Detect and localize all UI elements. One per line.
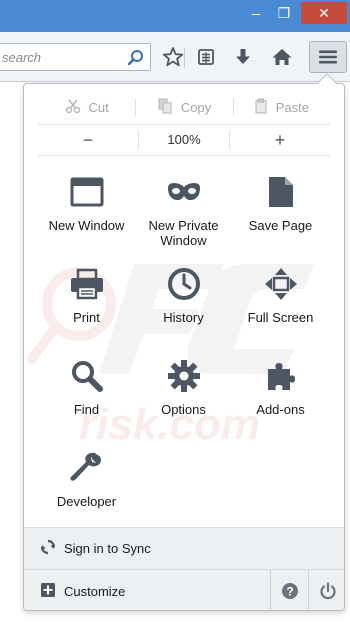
menu-footer: Customize ? xyxy=(24,569,344,610)
options-button[interactable]: Options xyxy=(135,348,232,440)
zoom-reset-button[interactable]: 100% xyxy=(138,130,230,150)
mask-icon xyxy=(164,172,204,212)
paste-button[interactable]: Paste xyxy=(232,92,330,122)
copy-label: Copy xyxy=(180,99,212,115)
close-button[interactable]: ✕ xyxy=(301,2,347,24)
puzzle-icon xyxy=(261,356,301,396)
developer-button[interactable]: Developer xyxy=(38,440,135,532)
svg-text:?: ? xyxy=(286,585,293,599)
new-window-label: New Window xyxy=(48,218,125,233)
history-label: History xyxy=(163,310,204,325)
page-icon xyxy=(261,172,301,212)
options-label: Options xyxy=(161,402,206,417)
sign-in-to-sync-button[interactable]: Sign in to Sync xyxy=(24,527,344,569)
gear-icon xyxy=(164,356,204,396)
power-icon[interactable] xyxy=(308,570,344,610)
help-icon[interactable]: ? xyxy=(270,570,308,610)
find-button[interactable]: Find xyxy=(38,348,135,440)
zoom-controls: − 100% + xyxy=(38,126,330,154)
plus-box-icon xyxy=(40,582,56,601)
divider xyxy=(38,124,330,125)
customize-button[interactable]: Customize xyxy=(24,570,270,610)
navigation-toolbar xyxy=(0,32,350,82)
fullscreen-arrows-icon xyxy=(261,264,301,304)
new-private-window-button[interactable]: New Private Window xyxy=(135,164,232,256)
printer-icon xyxy=(67,264,107,304)
zoom-in-button[interactable]: + xyxy=(230,130,330,151)
page-content-area xyxy=(0,83,22,637)
sync-label: Sign in to Sync xyxy=(64,541,151,556)
developer-label: Developer xyxy=(56,494,117,509)
cut-button[interactable]: Cut xyxy=(38,92,135,122)
window-titlebar: – ❐ ✕ xyxy=(0,0,350,32)
new-private-window-label: New Private Window xyxy=(148,218,219,248)
history-button[interactable]: History xyxy=(135,256,232,348)
save-page-label: Save Page xyxy=(248,218,313,233)
edit-controls: Cut Copy Paste xyxy=(38,92,330,122)
zoom-out-button[interactable]: − xyxy=(38,130,138,151)
divider xyxy=(38,155,330,156)
scissors-icon xyxy=(65,98,81,117)
magnifier-icon[interactable] xyxy=(126,48,146,68)
reading-list-icon[interactable] xyxy=(193,45,219,69)
search-box[interactable] xyxy=(0,43,151,71)
add-ons-label: Add-ons xyxy=(256,402,305,417)
full-screen-label: Full Screen xyxy=(247,310,314,325)
wrench-icon xyxy=(67,448,107,488)
menu-items-grid: New Window New Private Window Save Page … xyxy=(38,164,330,532)
clock-icon xyxy=(164,264,204,304)
print-button[interactable]: Print xyxy=(38,256,135,348)
hamburger-menu-icon[interactable] xyxy=(309,41,347,73)
sync-icon xyxy=(40,539,56,558)
save-page-button[interactable]: Save Page xyxy=(232,164,329,256)
main-menu-panel: risk.com Cut Copy Paste − 100% + New Win… xyxy=(23,83,345,611)
find-label: Find xyxy=(73,402,100,417)
customize-label: Customize xyxy=(64,583,126,599)
cut-label: Cut xyxy=(88,99,109,115)
full-screen-button[interactable]: Full Screen xyxy=(232,256,329,348)
magnifier-icon xyxy=(67,356,107,396)
minimize-button[interactable]: – xyxy=(243,2,269,24)
home-icon[interactable] xyxy=(269,45,295,69)
copy-button[interactable]: Copy xyxy=(135,92,232,122)
star-icon[interactable] xyxy=(160,45,186,69)
search-input[interactable] xyxy=(2,48,120,66)
maximize-button[interactable]: ❐ xyxy=(271,2,297,24)
clipboard-icon xyxy=(254,98,268,117)
print-label: Print xyxy=(73,310,100,325)
add-ons-button[interactable]: Add-ons xyxy=(232,348,329,440)
toolbar-divider xyxy=(184,48,185,68)
copy-icon xyxy=(157,98,173,117)
download-icon[interactable] xyxy=(230,45,256,69)
paste-label: Paste xyxy=(275,99,309,115)
new-window-button[interactable]: New Window xyxy=(38,164,135,256)
window-icon xyxy=(67,172,107,212)
